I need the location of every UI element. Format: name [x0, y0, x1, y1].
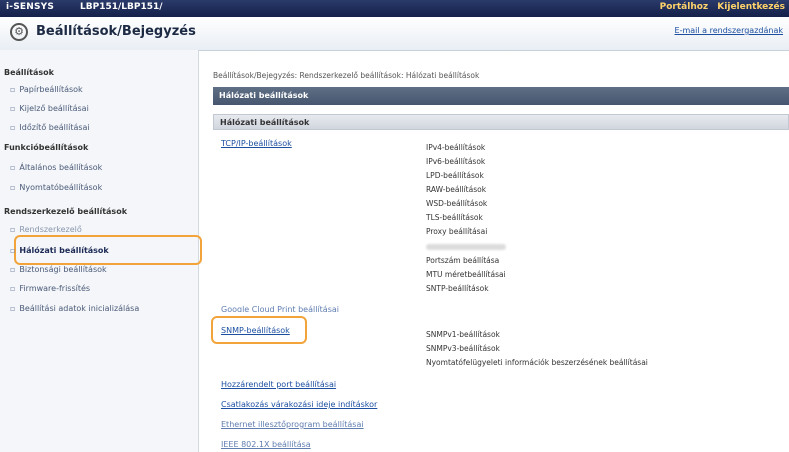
model-name: LBP151/LBP151/ [80, 2, 163, 12]
blurred-subitem [426, 244, 506, 250]
subsection-header-title: Hálózati beállítások [220, 118, 310, 127]
tcpip-sub-wsd: WSD-beállítások [426, 199, 488, 208]
tcpip-sub-ipv6: IPv6-beállítások [426, 157, 486, 166]
tcpip-sub-tls: TLS-beállítások [426, 213, 483, 222]
page-title: Beállítások/Bejegyzés [36, 24, 196, 39]
gear-icon: ⚙ [10, 23, 28, 41]
snmp-sub-v1: SNMPv1-beállítások [426, 330, 500, 339]
dedicated-port-link[interactable]: Hozzárendelt port beállításai [221, 380, 336, 389]
ieee8021x-link[interactable]: IEEE 802.1X beállítása [221, 440, 311, 449]
sidebar-item-paper[interactable]: Papírbeállítások [10, 85, 82, 94]
sidebar-item-sysadmin[interactable]: Rendszerkezelő [10, 225, 81, 234]
sidebar-item-printer[interactable]: Nyomtatóbeállítások [10, 183, 102, 192]
tcpip-sub-port: Portszám beállítása [426, 256, 500, 265]
snmp-sub-v3: SNMPv3-beállítások [426, 344, 500, 353]
sidebar-item-timer[interactable]: Időzítő beállításai [10, 123, 89, 132]
tcpip-sub-raw: RAW-beállítások [426, 185, 487, 194]
portal-link[interactable]: Portálhoz [660, 2, 709, 12]
tcpip-sub-mtu: MTU méretbeállításai [426, 270, 506, 279]
top-bar: i-SENSYS LBP151/LBP151/ Portálhoz Kijele… [0, 0, 789, 17]
snmp-sub-printer-mgmt: Nyomtatófelügyeleti információk beszerzé… [426, 358, 648, 367]
sidebar-item-firmware[interactable]: Firmware-frissítés [10, 284, 90, 293]
brand-name: i-SENSYS [6, 2, 55, 12]
sidebar-section-functions: Funkcióbeállítások [4, 143, 89, 152]
sidebar-item-security[interactable]: Biztonsági beállítások [10, 265, 106, 274]
page-header: ⚙ Beállítások/Bejegyzés E-mail a rendsze… [0, 17, 789, 51]
sidebar: Beállítások Papírbeállítások Kijelző beá… [0, 50, 202, 452]
sidebar-item-init[interactable]: Beállítási adatok inicializálása [10, 304, 139, 313]
ethernet-driver-link[interactable]: Ethernet illesztőprogram beállításai [221, 420, 364, 429]
logout-link[interactable]: Kijelentkezés [717, 2, 785, 12]
sidebar-section-settings: Beállítások [4, 68, 54, 77]
tcpip-sub-ipv4: IPv4-beállítások [426, 143, 486, 152]
section-header-bar: Hálózati beállítások [213, 87, 789, 105]
sidebar-item-display[interactable]: Kijelző beállításai [10, 104, 88, 113]
subsection-header-bar: Hálózati beállítások [213, 114, 789, 130]
tcpip-sub-sntp: SNTP-beállítások [426, 284, 489, 293]
top-links: Portálhoz Kijelentkezés [654, 2, 785, 12]
snmp-settings-link[interactable]: SNMP-beállítások [221, 326, 290, 335]
section-header-title: Hálózati beállítások [219, 91, 309, 100]
sidebar-section-system: Rendszerkezelő beállítások [4, 207, 128, 216]
tcpip-sub-proxy: Proxy beállításai [426, 227, 488, 236]
startup-wait-link[interactable]: Csatlakozás várakozási ideje indításkor [221, 400, 377, 409]
tcpip-settings-link[interactable]: TCP/IP-beállítások [221, 139, 292, 148]
main-content: Beállítások/Bejegyzés: Rendszerkezelő be… [205, 50, 789, 452]
sidebar-item-general[interactable]: Általános beállítások [10, 163, 102, 172]
tcpip-sub-lpd: LPD-beállítások [426, 171, 484, 180]
sidebar-item-network[interactable]: Hálózati beállítások [10, 246, 108, 255]
email-admin-link[interactable]: E-mail a rendszergazdának [675, 26, 783, 35]
partial-link[interactable]: Google Cloud Print beállításai [221, 305, 339, 312]
breadcrumb: Beállítások/Bejegyzés: Rendszerkezelő be… [213, 71, 480, 80]
